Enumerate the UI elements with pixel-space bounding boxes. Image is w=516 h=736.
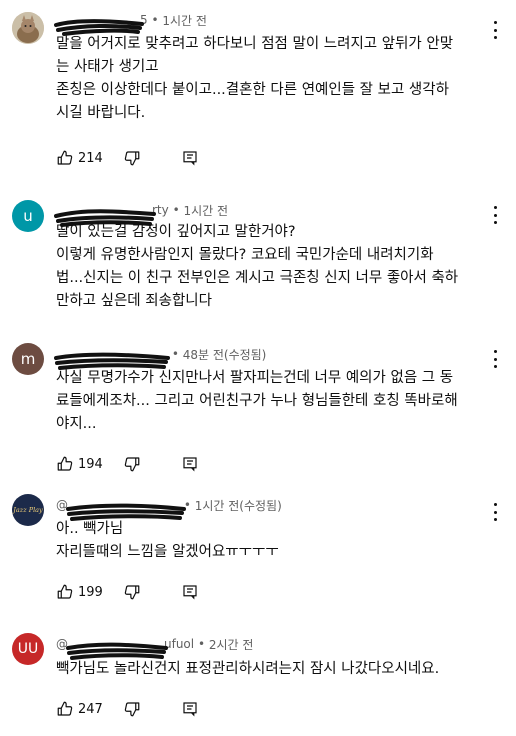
comment-actions: 214 (56, 146, 199, 170)
comment-meta: • 48분 전(수정됨) (54, 345, 267, 370)
timestamp: 1시간 전 (183, 203, 229, 218)
reply-icon[interactable] (181, 149, 199, 167)
comment-text: 딸이 있는걸 감정이 깊어지고 말한거야? 이렇게 유명한사람인지 몰랐다? 코… (56, 224, 459, 309)
dislike-icon[interactable] (123, 149, 141, 167)
comment-text: 빽가님도 놀라신건지 표정관리하시려는지 잠시 나갔다오시네요. (56, 661, 440, 677)
like-count: 194 (78, 456, 103, 472)
reply-icon[interactable] (181, 583, 199, 601)
more-options-icon[interactable] (492, 206, 498, 224)
like-icon[interactable] (56, 700, 74, 718)
avatar[interactable]: UU (12, 633, 44, 665)
more-options-icon[interactable] (492, 503, 498, 521)
dislike-icon[interactable] (123, 583, 141, 601)
like-icon[interactable] (56, 583, 74, 601)
like-icon[interactable] (56, 455, 74, 473)
timestamp: 48분 전(수정됨) (182, 347, 267, 362)
avatar[interactable]: m (12, 343, 44, 375)
more-options-icon[interactable] (492, 21, 498, 39)
avatar[interactable]: Jazz Play (12, 494, 44, 526)
comment-text: 사실 무명가수가 신지만나서 팔자피는건데 너무 예의가 없음 그 동 료들에게… (56, 370, 458, 432)
avatar-letter: u (23, 207, 33, 225)
like-count: 199 (78, 584, 103, 600)
dislike-icon[interactable] (123, 455, 141, 473)
like-icon[interactable] (56, 149, 74, 167)
reply-icon[interactable] (181, 455, 199, 473)
like-count: 247 (78, 701, 103, 717)
timestamp: 2시간 전 (208, 637, 254, 652)
dislike-icon[interactable] (123, 700, 141, 718)
avatar[interactable] (12, 12, 44, 44)
avatar-letter: UU (17, 641, 39, 657)
cat-photo-avatar-icon (12, 12, 44, 44)
comment-actions: 194 (56, 452, 199, 476)
comment-text: 아.. 빽가님 자리뜰때의 느낌을 알겠어요ㅠㅜㅜㅜ (56, 521, 279, 560)
like-count: 214 (78, 150, 103, 166)
avatar[interactable]: u (12, 200, 44, 232)
reply-icon[interactable] (181, 700, 199, 718)
comment-actions: 247 (56, 697, 199, 721)
timestamp: 1시간 전 (162, 13, 207, 28)
timestamp: 1시간 전(수정됨) (194, 498, 282, 513)
avatar-logo-text: Jazz Play (13, 505, 43, 514)
more-options-icon[interactable] (492, 350, 498, 368)
comment-text: 말을 어거지로 맞추려고 하다보니 점점 말이 느려지고 앞뒤가 안맞 는 사태… (56, 36, 454, 121)
comment-meta: 5 • 1시간 전 (54, 11, 207, 36)
comment-meta: rty • 1시간 전 (54, 201, 229, 227)
avatar-letter: m (20, 350, 36, 368)
comment-actions: 199 (56, 580, 199, 604)
comment-meta: @ ufuol • 2시간 전 (56, 635, 254, 660)
comment-meta: @ • 1시간 전(수정됨) (56, 496, 282, 521)
